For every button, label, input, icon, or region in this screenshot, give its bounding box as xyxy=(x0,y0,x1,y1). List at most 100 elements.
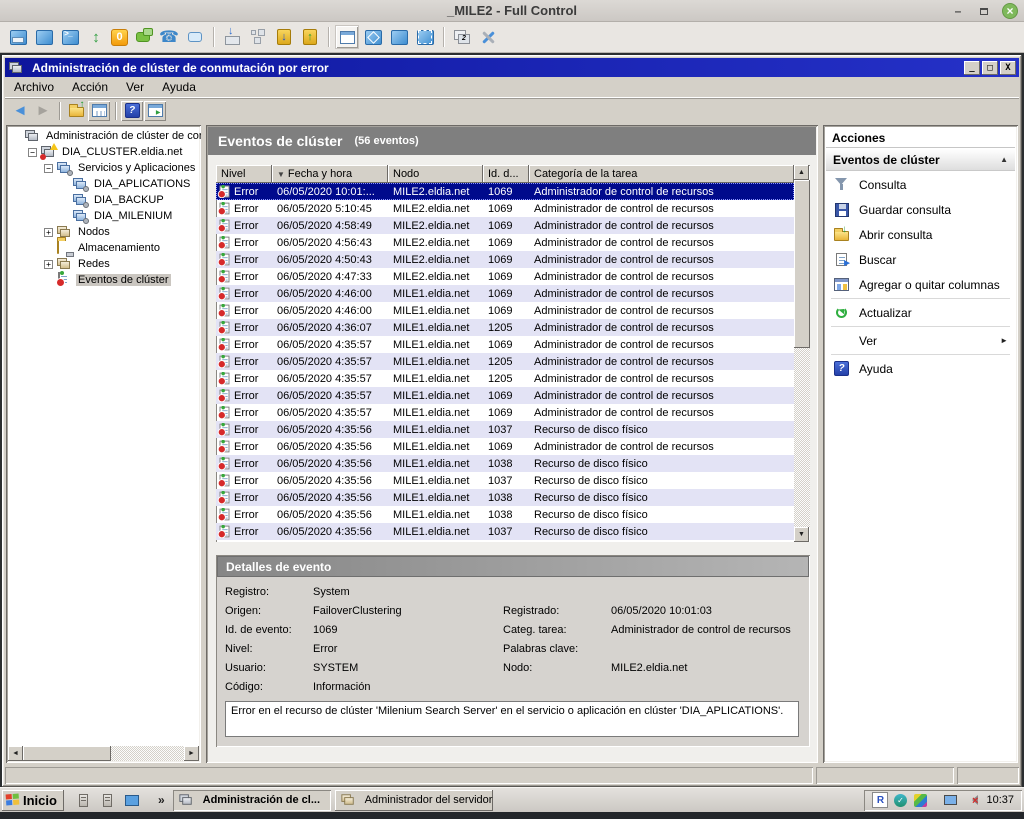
display-tray-icon[interactable] xyxy=(942,792,958,808)
action-item-ver[interactable]: Ver► xyxy=(825,328,1016,353)
event-row[interactable]: Error06/05/2020 5:10:45MILE2.eldia.net10… xyxy=(216,200,794,217)
action-item-ayuda[interactable]: ?Ayuda xyxy=(825,356,1016,381)
taskbar-clock[interactable]: 10:37 xyxy=(986,794,1014,806)
event-row[interactable]: Error06/05/2020 4:47:33MILE2.eldia.net10… xyxy=(216,268,794,285)
chat-group-icon[interactable] xyxy=(132,26,154,48)
call-icon[interactable] xyxy=(158,26,180,48)
clipboard-download-icon[interactable] xyxy=(273,26,295,48)
tree-item-nodos[interactable]: +Nodos xyxy=(8,224,201,240)
tree-item-dia-backup[interactable]: DIA_BACKUP xyxy=(8,192,201,208)
action-item-consulta[interactable]: Consulta xyxy=(825,172,1016,197)
column-header-fecha-y-hora[interactable]: ▼Fecha y hora xyxy=(272,165,388,183)
scroll-up-button[interactable]: ▲ xyxy=(794,165,809,180)
collapse-toggle[interactable]: − xyxy=(28,148,37,157)
file-transfer-icon[interactable] xyxy=(85,26,107,48)
event-row[interactable]: Error06/05/2020 4:35:56MILE1.eldia.net10… xyxy=(216,489,794,506)
event-row[interactable]: Error06/05/2020 4:35:56MILE1.eldia.net10… xyxy=(216,455,794,472)
menu-ayuda[interactable]: Ayuda xyxy=(153,78,205,96)
tree-item-servicios-y-aplicaciones[interactable]: −Servicios y Aplicaciones xyxy=(8,160,201,176)
tree-item-almacenamiento[interactable]: Almacenamiento xyxy=(8,240,201,256)
event-row[interactable]: Error06/05/2020 10:01:...MILE2.eldia.net… xyxy=(216,183,794,200)
fit-window-icon[interactable] xyxy=(414,26,436,48)
network-status-icon[interactable]: ✓ xyxy=(892,792,908,808)
expand-toggle[interactable]: + xyxy=(44,228,53,237)
menu-acci-n[interactable]: Acción xyxy=(63,78,117,96)
menu-archivo[interactable]: Archivo xyxy=(5,78,63,96)
event-row[interactable]: Error06/05/2020 4:46:00MILE1.eldia.net10… xyxy=(216,285,794,302)
tree-item-eventos-de-cl-ster[interactable]: Eventos de clúster xyxy=(8,272,201,288)
action-item-abrir-consulta[interactable]: Abrir consulta xyxy=(825,222,1016,247)
power-icon[interactable] xyxy=(111,29,128,46)
window-toggle-icon[interactable] xyxy=(33,26,55,48)
tree-item-dia-aplications[interactable]: DIA_APLICATIONS xyxy=(8,176,201,192)
hp-tray-icon[interactable] xyxy=(912,792,928,808)
event-row[interactable]: Error06/05/2020 4:35:56MILE1.eldia.net10… xyxy=(216,438,794,455)
event-row[interactable]: Error06/05/2020 4:58:49MILE2.eldia.net10… xyxy=(216,217,794,234)
column-header-categor-a-de-la-tarea[interactable]: Categoría de la tarea xyxy=(529,165,794,183)
restore-button[interactable] xyxy=(976,3,992,19)
event-row[interactable]: Error06/05/2020 4:35:57MILE1.eldia.net10… xyxy=(216,387,794,404)
back-icon[interactable]: ◄ xyxy=(9,101,31,121)
column-header-nodo[interactable]: Nodo xyxy=(388,165,483,183)
clipboard-upload-icon[interactable] xyxy=(299,26,321,48)
event-row[interactable]: Error06/05/2020 4:35:56MILE1.eldia.net10… xyxy=(216,472,794,489)
volume-muted-icon[interactable] xyxy=(962,792,978,808)
quick-launch-desktop-icon[interactable] xyxy=(122,790,142,810)
window-normal-icon[interactable] xyxy=(336,26,358,48)
export-list-icon[interactable] xyxy=(65,101,87,121)
column-header-id-d[interactable]: Id. d... xyxy=(483,165,529,183)
action-item-actualizar[interactable]: Actualizar xyxy=(825,300,1016,325)
console-tree-icon[interactable] xyxy=(88,101,110,121)
tree-horizontal-scrollbar[interactable]: ◄ ► xyxy=(8,746,199,761)
scroll-right-button[interactable]: ► xyxy=(184,746,199,761)
event-row[interactable]: Error06/05/2020 4:56:43MILE2.eldia.net10… xyxy=(216,234,794,251)
dual-monitor-icon[interactable]: 2 xyxy=(451,26,473,48)
minimize-button[interactable]: – xyxy=(950,3,966,19)
quick-launch-server-icon[interactable] xyxy=(74,790,94,810)
start-button[interactable]: Inicio xyxy=(2,790,64,811)
vnc-tray-icon[interactable]: R xyxy=(872,792,888,808)
column-header-nivel[interactable]: Nivel xyxy=(216,165,272,183)
fullscreen-icon[interactable] xyxy=(362,26,384,48)
actions-section-header[interactable]: Eventos de clúster ▲ xyxy=(826,149,1015,171)
maximize-button[interactable]: □ xyxy=(982,61,998,75)
close-button[interactable]: X xyxy=(1000,61,1016,75)
event-row[interactable]: Error06/05/2020 4:35:57MILE1.eldia.net12… xyxy=(216,353,794,370)
scale-view-icon[interactable] xyxy=(388,26,410,48)
quick-launch-cluster-icon[interactable] xyxy=(98,790,118,810)
forward-icon[interactable]: ► xyxy=(32,101,54,121)
terminal-icon[interactable] xyxy=(59,26,81,48)
action-pane-icon[interactable] xyxy=(144,101,166,121)
tree-item-redes[interactable]: +Redes xyxy=(8,256,201,272)
action-item-guardar-consulta[interactable]: Guardar consulta xyxy=(825,197,1016,222)
event-row[interactable]: Error06/05/2020 4:35:57MILE1.eldia.net10… xyxy=(216,404,794,421)
plugins-icon[interactable] xyxy=(247,26,269,48)
chat-icon[interactable] xyxy=(184,26,206,48)
ctrl-alt-del-icon[interactable] xyxy=(7,26,29,48)
collapse-icon[interactable]: ▲ xyxy=(1000,155,1008,164)
table-vertical-scrollbar[interactable]: ▲ ▼ xyxy=(794,165,810,542)
help-icon[interactable]: ? xyxy=(121,101,143,121)
minimize-button[interactable]: _ xyxy=(964,61,980,75)
event-row[interactable]: Error06/05/2020 4:35:56MILE1.eldia.net10… xyxy=(216,523,794,540)
event-row[interactable]: Error06/05/2020 4:50:43MILE2.eldia.net10… xyxy=(216,251,794,268)
scrollbar-thumb[interactable] xyxy=(794,180,810,348)
taskbar-button-administraci-n-de-cl[interactable]: Administración de cl... xyxy=(173,790,331,811)
tree-item-dia-cluster-eldia-net[interactable]: −DIA_CLUSTER.eldia.net xyxy=(8,144,201,160)
taskbar-button-administrador-del-servidor[interactable]: Administrador del servidor xyxy=(335,790,493,811)
event-row[interactable]: Error06/05/2020 4:36:07MILE1.eldia.net12… xyxy=(216,319,794,336)
scrollbar-track[interactable] xyxy=(111,746,184,761)
tree-item-dia-milenium[interactable]: DIA_MILENIUM xyxy=(8,208,201,224)
event-row[interactable]: Error06/05/2020 4:35:56MILE1.eldia.net10… xyxy=(216,421,794,438)
scrollbar-thumb[interactable] xyxy=(23,746,111,761)
action-item-agregar-o-quitar-columnas[interactable]: Agregar o quitar columnas xyxy=(825,272,1016,297)
collapse-toggle[interactable]: − xyxy=(44,164,53,173)
close-button[interactable]: × xyxy=(1002,3,1018,19)
settings-icon[interactable] xyxy=(477,26,499,48)
scroll-down-button[interactable]: ▼ xyxy=(794,527,809,542)
action-item-buscar[interactable]: ►Buscar xyxy=(825,247,1016,272)
tree-item-administraci-n-de-cl-ster-de-conmu[interactable]: Administración de clúster de conmu xyxy=(8,128,201,144)
event-row[interactable]: Error06/05/2020 4:35:57MILE1.eldia.net12… xyxy=(216,370,794,387)
scroll-left-button[interactable]: ◄ xyxy=(8,746,23,761)
scrollbar-track[interactable] xyxy=(794,348,810,527)
